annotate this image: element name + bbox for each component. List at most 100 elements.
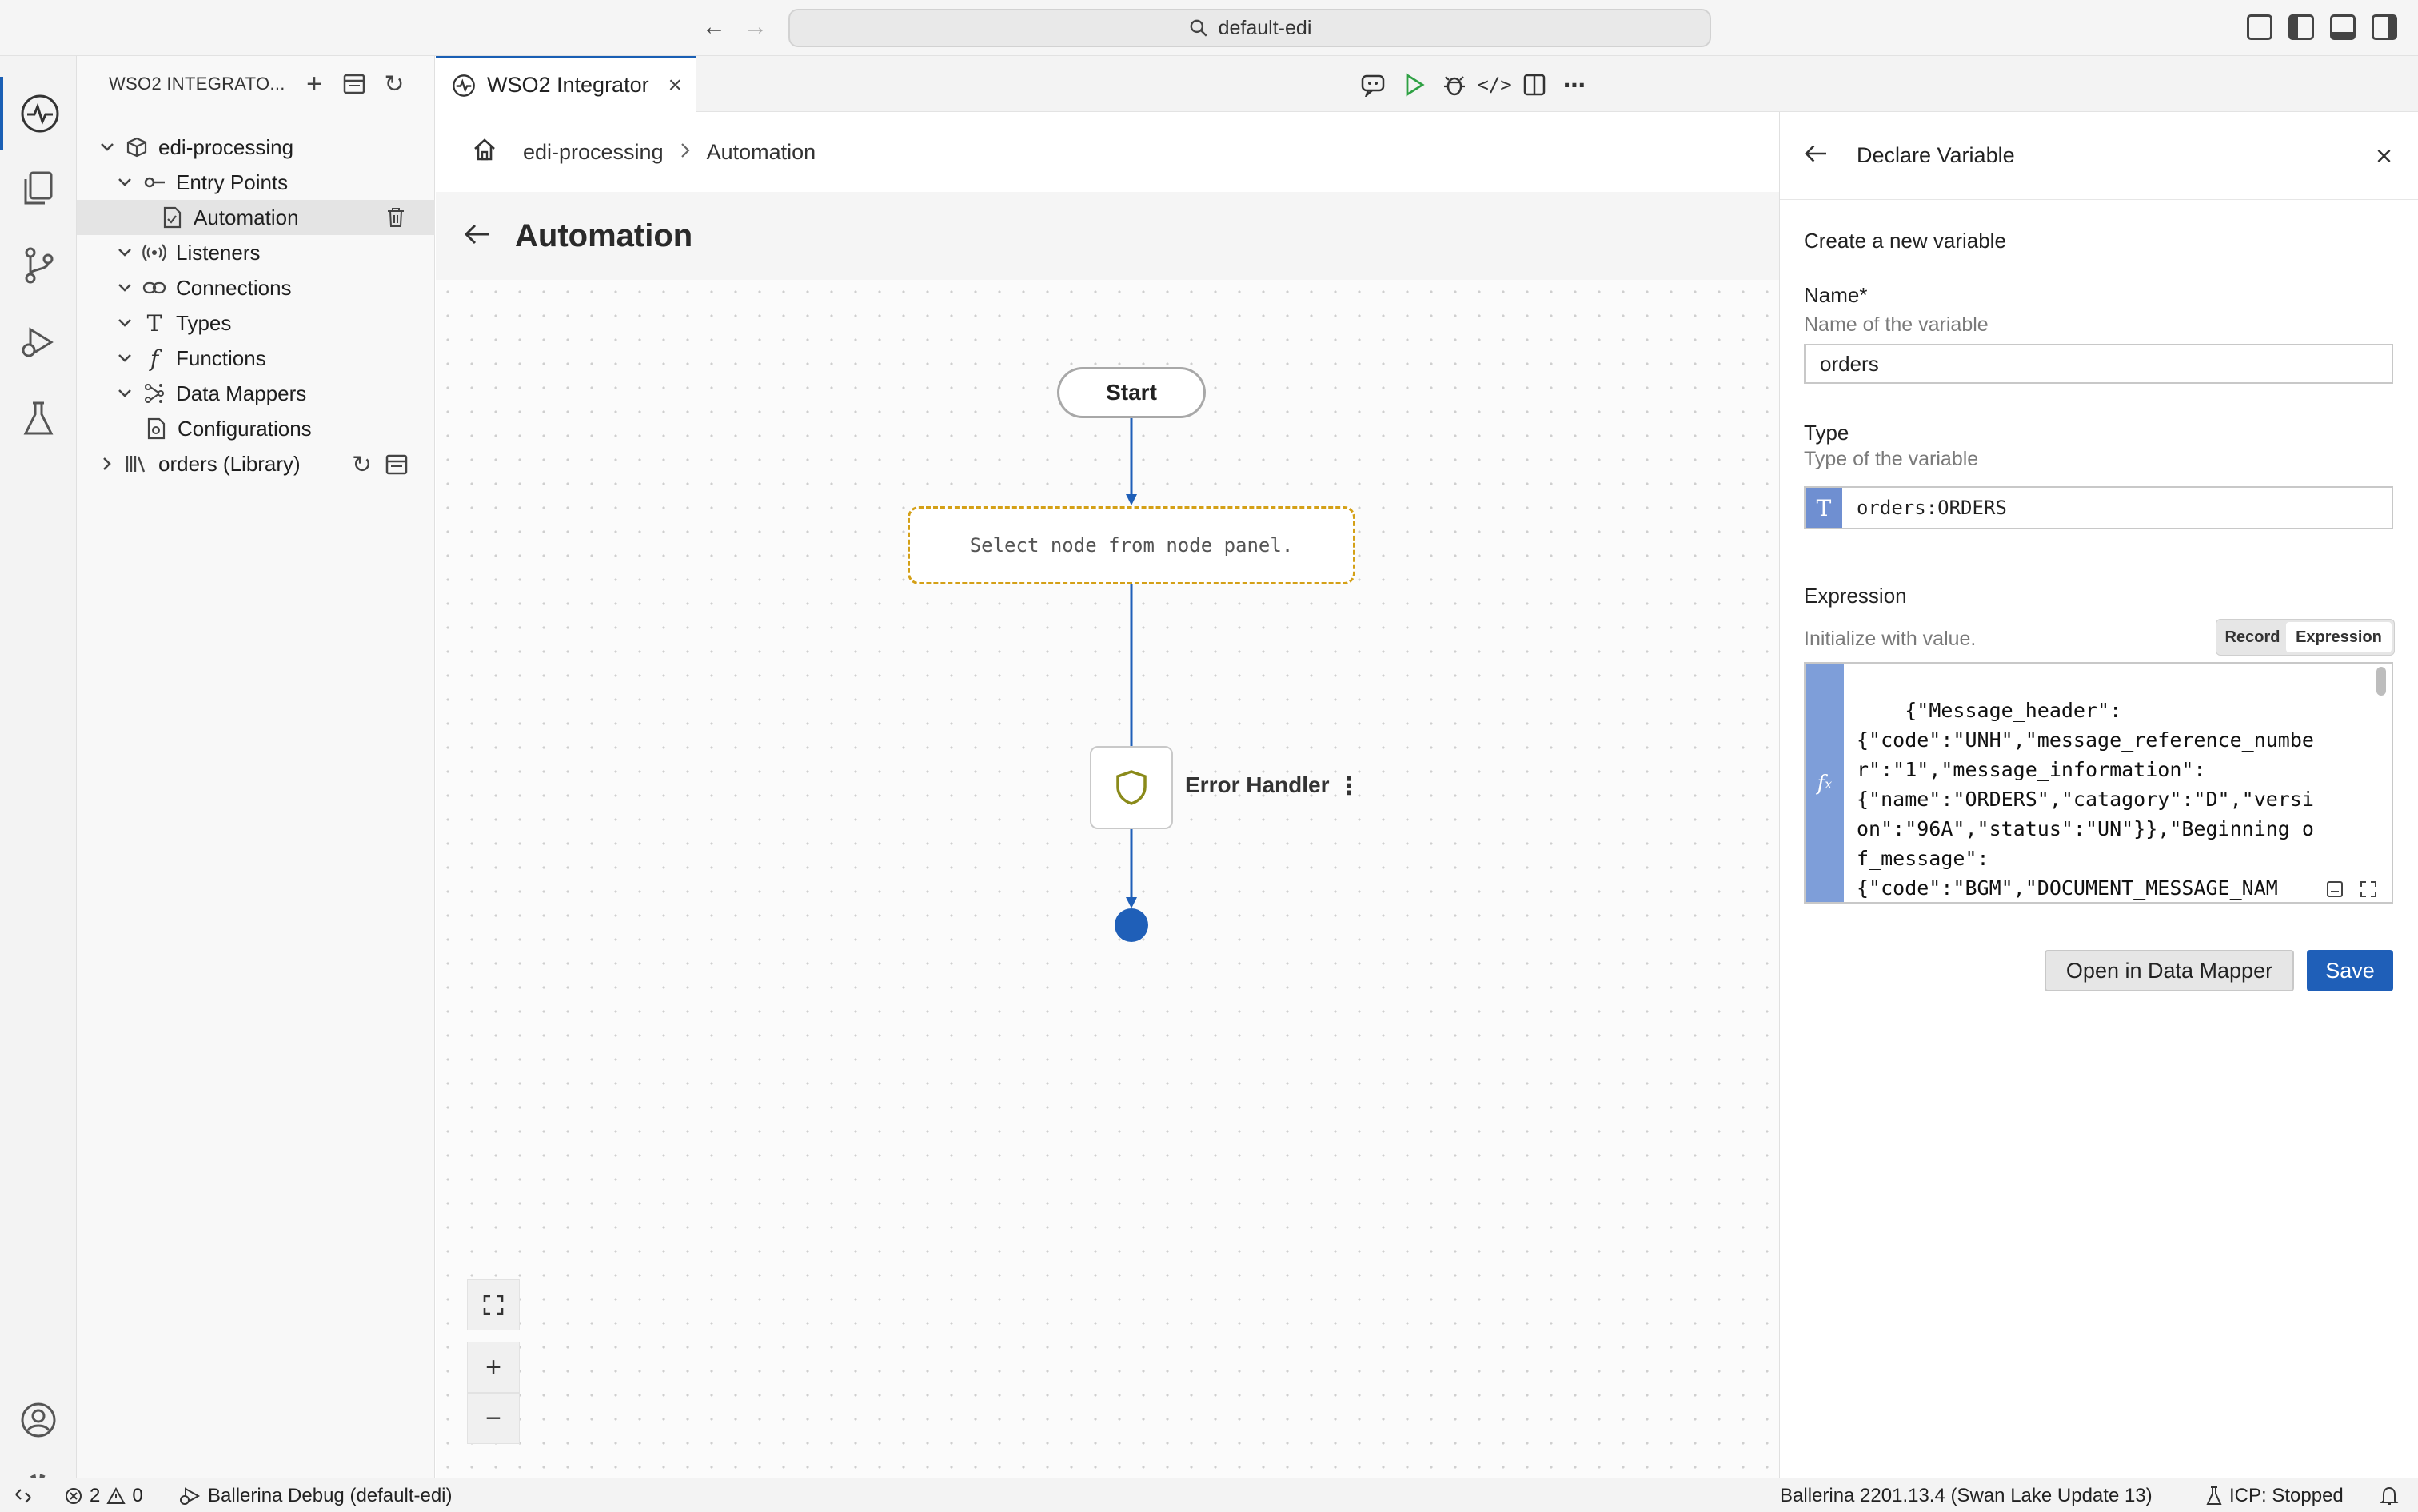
debug-icon[interactable] [1440,70,1469,99]
mode-record-button[interactable]: Record [2219,622,2286,652]
accounts-activity[interactable] [0,1383,77,1457]
explorer-activity[interactable] [0,152,77,225]
open-in-data-mapper-button[interactable]: Open in Data Mapper [2045,950,2294,991]
flow-canvas[interactable] [436,280,1779,1478]
type-icon: T [146,309,162,337]
run-debug-icon [180,1486,201,1505]
error-icon [66,1487,82,1504]
tree-item-project[interactable]: edi-processing [77,130,435,165]
variable-name-value: orders [1820,351,1879,376]
type-label: Type [1804,421,1849,445]
more-actions-icon[interactable]: ⋯ [1560,70,1589,99]
toggle-primary-sidebar-icon[interactable] [2288,14,2314,40]
tree-item-connections[interactable]: Connections [77,270,435,305]
close-icon[interactable]: × [2376,139,2392,173]
expression-editor[interactable]: fx {"Message_header": {"code":"UNH","mes… [1804,662,2393,904]
tree-item-label: Connections [176,275,292,300]
error-handler-label: Error Handler [1185,772,1330,797]
panel-title: Declare Variable [1857,143,2015,167]
sidebar-title: WSO2 INTEGRATO... [109,74,285,94]
end-node [1115,908,1148,942]
tree-item-types[interactable]: T Types [77,305,435,341]
pulse-icon [21,94,59,133]
tree-item-automation[interactable]: Automation [77,200,435,235]
copilot-chat-icon[interactable] [1359,70,1387,99]
wso2-integrator-activity[interactable] [0,77,77,150]
expand-editor-icon[interactable] [2325,880,2344,899]
trash-icon[interactable] [385,206,406,234]
chevron-down-icon [114,382,136,405]
tree-item-library[interactable]: orders (Library) ↻ [77,446,435,481]
source-control-activity[interactable] [0,229,77,302]
data-mapper-icon [142,381,166,405]
chevron-down-icon [114,312,136,334]
tree-item-label: orders (Library) [158,451,301,476]
tree-item-listeners[interactable]: Listeners [77,235,435,270]
customize-layout-icon[interactable] [2247,14,2272,40]
testing-activity[interactable] [0,382,77,456]
command-center-text: default-edi [1218,16,1312,39]
notifications-bell-icon[interactable] [2380,1478,2399,1512]
forward-arrow-icon[interactable]: → [740,11,772,43]
start-node[interactable]: Start [1057,367,1206,418]
fit-screen-icon [483,1295,504,1315]
tree-item-functions[interactable]: f Functions [77,341,435,376]
overview-icon[interactable] [341,70,368,98]
debug-config-indicator[interactable]: Ballerina Debug (default-edi) [179,1478,453,1512]
split-editor-icon[interactable] [1520,70,1549,99]
fullscreen-icon[interactable] [2359,880,2378,899]
variable-name-input[interactable]: orders [1804,344,2393,384]
toggle-secondary-sidebar-icon[interactable] [2372,14,2397,40]
run-icon[interactable] [1400,70,1429,99]
tree-item-data-mappers[interactable]: Data Mappers [77,376,435,411]
chevron-down-icon [96,136,118,158]
tree-item-label: Data Mappers [176,381,307,405]
error-handler-menu-icon[interactable]: ⋮ [1337,772,1361,800]
tree-item-label: Listeners [176,240,261,265]
shield-icon [1116,770,1147,805]
tree-item-configurations[interactable]: Configurations [77,411,435,446]
overview-icon[interactable] [385,454,408,481]
type-icon: T [1806,488,1842,528]
status-bar: 2 0 Ballerina Debug (default-edi) Baller… [0,1478,2418,1512]
icp-status[interactable]: ICP: Stopped [2205,1478,2344,1512]
zoom-in-button[interactable]: + [467,1342,520,1393]
error-handler-node[interactable] [1090,746,1173,829]
expression-scrollbar[interactable] [2376,667,2386,696]
zoom-out-button[interactable]: − [467,1393,520,1444]
empty-node-placeholder[interactable]: Select node from node panel. [908,506,1355,584]
breadcrumb-project-link[interactable]: edi-processing [523,140,664,165]
warning-icon [106,1486,126,1504]
problems-indicator[interactable]: 2 0 [64,1478,143,1512]
refresh-icon[interactable]: ↻ [352,451,372,479]
remote-indicator-icon[interactable] [14,1478,32,1512]
code-view-icon[interactable]: </> [1477,70,1511,99]
link-icon [142,276,166,300]
back-arrow-icon[interactable]: ← [698,11,730,43]
back-arrow-icon[interactable] [464,222,491,250]
variable-type-input[interactable]: T orders:ORDERS [1804,486,2393,529]
command-center-search[interactable]: default-edi [788,9,1711,47]
flask-icon [2206,1486,2222,1505]
close-tab-icon[interactable]: × [668,72,683,99]
tree-item-label: Configurations [178,416,312,441]
tree-item-entry-points[interactable]: Entry Points [77,165,435,200]
expression-help: Initialize with value. [1804,628,1977,650]
package-icon [125,135,149,159]
mode-expression-button[interactable]: Expression [2286,622,2392,652]
toggle-panel-icon[interactable] [2330,14,2356,40]
refresh-icon[interactable]: ↻ [381,70,408,98]
add-icon[interactable]: + [301,69,328,99]
fit-to-screen-button[interactable] [467,1279,520,1330]
panel-subtitle: Create a new variable [1804,229,2006,253]
ballerina-version[interactable]: Ballerina 2201.13.4 (Swan Lake Update 13… [1780,1478,2153,1512]
save-button[interactable]: Save [2307,950,2393,991]
automation-file-icon [160,205,184,229]
tab-wso2-integrator[interactable]: WSO2 Integrator × [436,56,696,112]
back-arrow-icon[interactable] [1804,143,1828,168]
run-debug-activity[interactable] [0,305,77,379]
function-icon: fx [1806,664,1844,902]
chevron-down-icon [114,277,136,299]
home-icon[interactable] [472,137,497,168]
breadcrumb: edi-processing Automation [436,112,1779,192]
